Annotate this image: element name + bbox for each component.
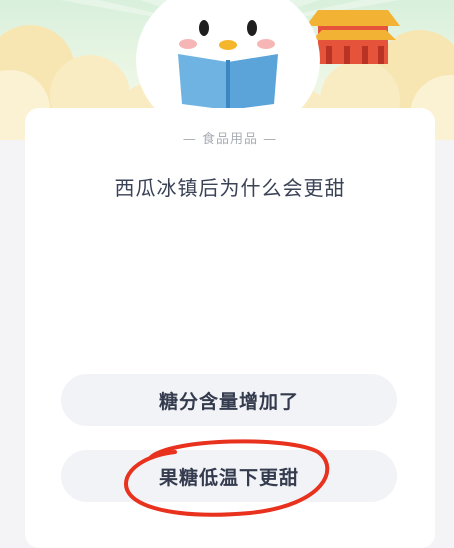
answer-option-1[interactable]: 糖分含量增加了 [61, 374, 397, 426]
quiz-question: 西瓜冰镇后为什么会更甜 [114, 176, 346, 200]
quiz-card: — 食品用品 — 西瓜冰镇后为什么会更甜 糖分含量增加了 果糖低温下更甜 [25, 108, 435, 548]
pavilion-icon [306, 10, 400, 64]
quiz-category: — 食品用品 — [182, 132, 278, 147]
answer-option-label: 果糖低温下更甜 [158, 466, 299, 489]
answer-option-2[interactable]: 果糖低温下更甜 [61, 450, 397, 502]
answer-option-label: 糖分含量增加了 [158, 390, 299, 413]
